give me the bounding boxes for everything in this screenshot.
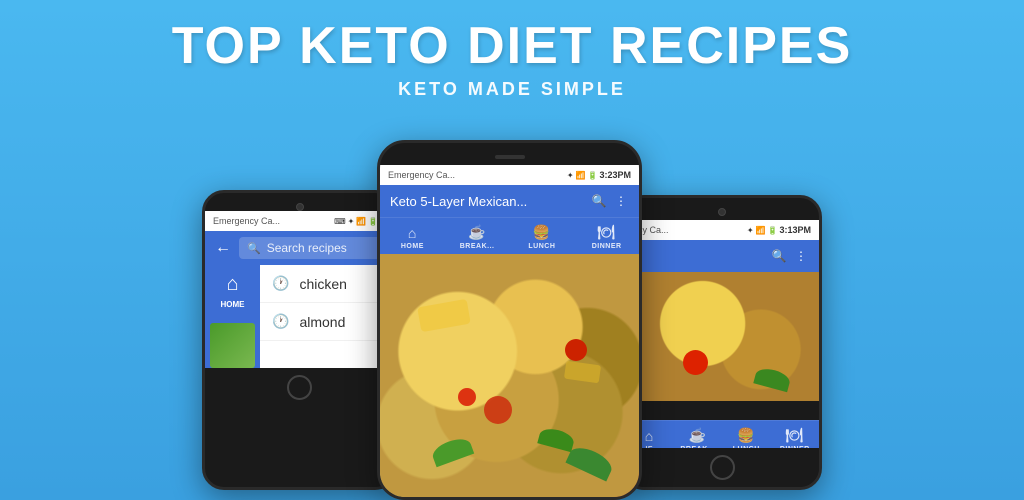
- home-button-right[interactable]: [710, 455, 735, 480]
- home-nav-label-center: HOME: [401, 243, 424, 250]
- nav-home-center[interactable]: ⌂ HOME: [380, 225, 445, 250]
- status-bar-center: Emergency Ca... ✦ 📶 🔋 3:23PM: [380, 165, 639, 185]
- lunch-nav-icon-center: 🍔: [533, 224, 551, 241]
- search-icon-right[interactable]: 🔍: [771, 248, 787, 264]
- battery-center: 🔋: [588, 171, 598, 180]
- usb-icon-r: ✦: [747, 226, 754, 235]
- app-bar-title-center: Keto 5-Layer Mexican...: [390, 194, 591, 209]
- app-bar-icons-right: 🔍 ⋮: [771, 248, 809, 264]
- search-placeholder-left: Search recipes: [267, 241, 347, 255]
- dinner-nav-label-center: DINNER: [592, 243, 622, 250]
- main-title: TOP KETO DIET RECIPES: [0, 18, 1024, 75]
- home-thumb: [210, 323, 255, 368]
- phone-center: Emergency Ca... ✦ 📶 🔋 3:23PM Keto 5-Laye…: [377, 140, 642, 500]
- search-area-left: ← 🔍 Search recipes: [205, 231, 394, 265]
- time-right: 3:13PM: [779, 225, 811, 235]
- keyboard-icon: ⌨: [334, 217, 346, 226]
- sub-title: KETO MADE SIMPLE: [0, 79, 1024, 100]
- battery-right: 🔋: [768, 226, 778, 235]
- clock-icon-1: 🕐: [272, 275, 289, 292]
- signal-icon-c: 📶: [576, 171, 586, 180]
- camera-right: [718, 208, 726, 216]
- break-nav-label-center: BREAK...: [460, 243, 495, 250]
- app-bar-center: Keto 5-Layer Mexican... 🔍 ⋮: [380, 185, 639, 217]
- tomato-2: [458, 388, 476, 406]
- nav-break-center[interactable]: ☕ BREAK...: [445, 224, 510, 250]
- time-center: 3:23PM: [599, 170, 631, 180]
- lunch-nav-icon-right: 🍔: [737, 427, 755, 444]
- phone-bottom-left: [205, 368, 394, 407]
- food-image-right: [625, 272, 819, 401]
- food-image-center: [380, 254, 639, 497]
- autocomplete-text-1: chicken: [299, 276, 346, 292]
- left-content: ⌂ HOME 🕐 chicken 🕐 almond: [205, 265, 394, 368]
- signal-icon: 📶: [356, 217, 366, 226]
- status-app-center: Emergency Ca...: [388, 170, 455, 180]
- search-icon-center[interactable]: 🔍: [591, 193, 607, 209]
- break-nav-icon-center: ☕: [468, 224, 486, 241]
- nav-lunch-center[interactable]: 🍔 LUNCH: [510, 224, 575, 250]
- home-button-left[interactable]: [287, 375, 312, 400]
- food-bg-right: [625, 272, 819, 401]
- dinner-nav-icon-center: 🍽: [597, 224, 615, 241]
- autocomplete-text-2: almond: [299, 314, 345, 330]
- phone-right: ncy Ca... ✦ 📶 🔋 3:13PM 🔍 ⋮ ⌂: [622, 195, 822, 490]
- nav-bar-center: ⌂ HOME ☕ BREAK... 🍔 LUNCH 🍽 DINNER: [380, 217, 639, 254]
- status-app-left: Emergency Ca...: [213, 216, 280, 226]
- search-box-left[interactable]: 🔍 Search recipes: [239, 237, 384, 259]
- autocomplete-left: 🕐 chicken 🕐 almond: [260, 265, 394, 368]
- status-icons-right: ✦ 📶 🔋 3:13PM: [747, 225, 811, 235]
- home-nav-icon-right: ⌂: [645, 428, 654, 444]
- autocomplete-item-almond[interactable]: 🕐 almond: [260, 303, 394, 341]
- home-icon-left: ⌂: [226, 273, 238, 296]
- nav-dinner-center[interactable]: 🍽 DINNER: [574, 224, 639, 250]
- app-bar-icons-center: 🔍 ⋮: [591, 193, 629, 209]
- more-icon-center[interactable]: ⋮: [613, 193, 629, 209]
- search-icon-left: 🔍: [247, 242, 261, 255]
- more-icon-right[interactable]: ⋮: [793, 248, 809, 264]
- back-arrow-left[interactable]: ←: [215, 239, 231, 257]
- header-area: TOP KETO DIET RECIPES KETO MADE SIMPLE: [0, 0, 1024, 100]
- lunch-nav-label-center: LUNCH: [528, 243, 555, 250]
- status-bar-right: ncy Ca... ✦ 📶 🔋 3:13PM: [625, 220, 819, 240]
- app-bar-right: 🔍 ⋮: [625, 240, 819, 272]
- phone-bottom-right: [625, 448, 819, 487]
- camera-left: [296, 203, 304, 211]
- usb-icon: ✦: [348, 217, 355, 226]
- signal-icon-r: 📶: [756, 226, 766, 235]
- phones-container: Emergency Ca... ⌨ ✦ 📶 🔋 ⧉ ← 🔍 Search rec…: [0, 140, 1024, 500]
- usb-icon-c: ✦: [567, 171, 574, 180]
- status-bar-left: Emergency Ca... ⌨ ✦ 📶 🔋 ⧉: [205, 211, 394, 231]
- side-nav-left: ⌂ HOME: [205, 265, 260, 368]
- tomato-3: [484, 396, 512, 424]
- status-icons-center: ✦ 📶 🔋 3:23PM: [567, 170, 631, 180]
- dinner-nav-icon-right: 🍽: [786, 427, 804, 444]
- home-label-left: HOME: [221, 300, 245, 309]
- autocomplete-item-chicken[interactable]: 🕐 chicken: [260, 265, 394, 303]
- phone-center-screen: Emergency Ca... ✦ 📶 🔋 3:23PM Keto 5-Laye…: [380, 165, 639, 497]
- food-visual: [380, 254, 639, 497]
- home-nav-icon-center: ⌂: [408, 225, 417, 241]
- break-nav-icon-right: ☕: [689, 427, 707, 444]
- phone-left: Emergency Ca... ⌨ ✦ 📶 🔋 ⧉ ← 🔍 Search rec…: [202, 190, 397, 490]
- speaker-center: [495, 155, 525, 159]
- clock-icon-2: 🕐: [272, 313, 289, 330]
